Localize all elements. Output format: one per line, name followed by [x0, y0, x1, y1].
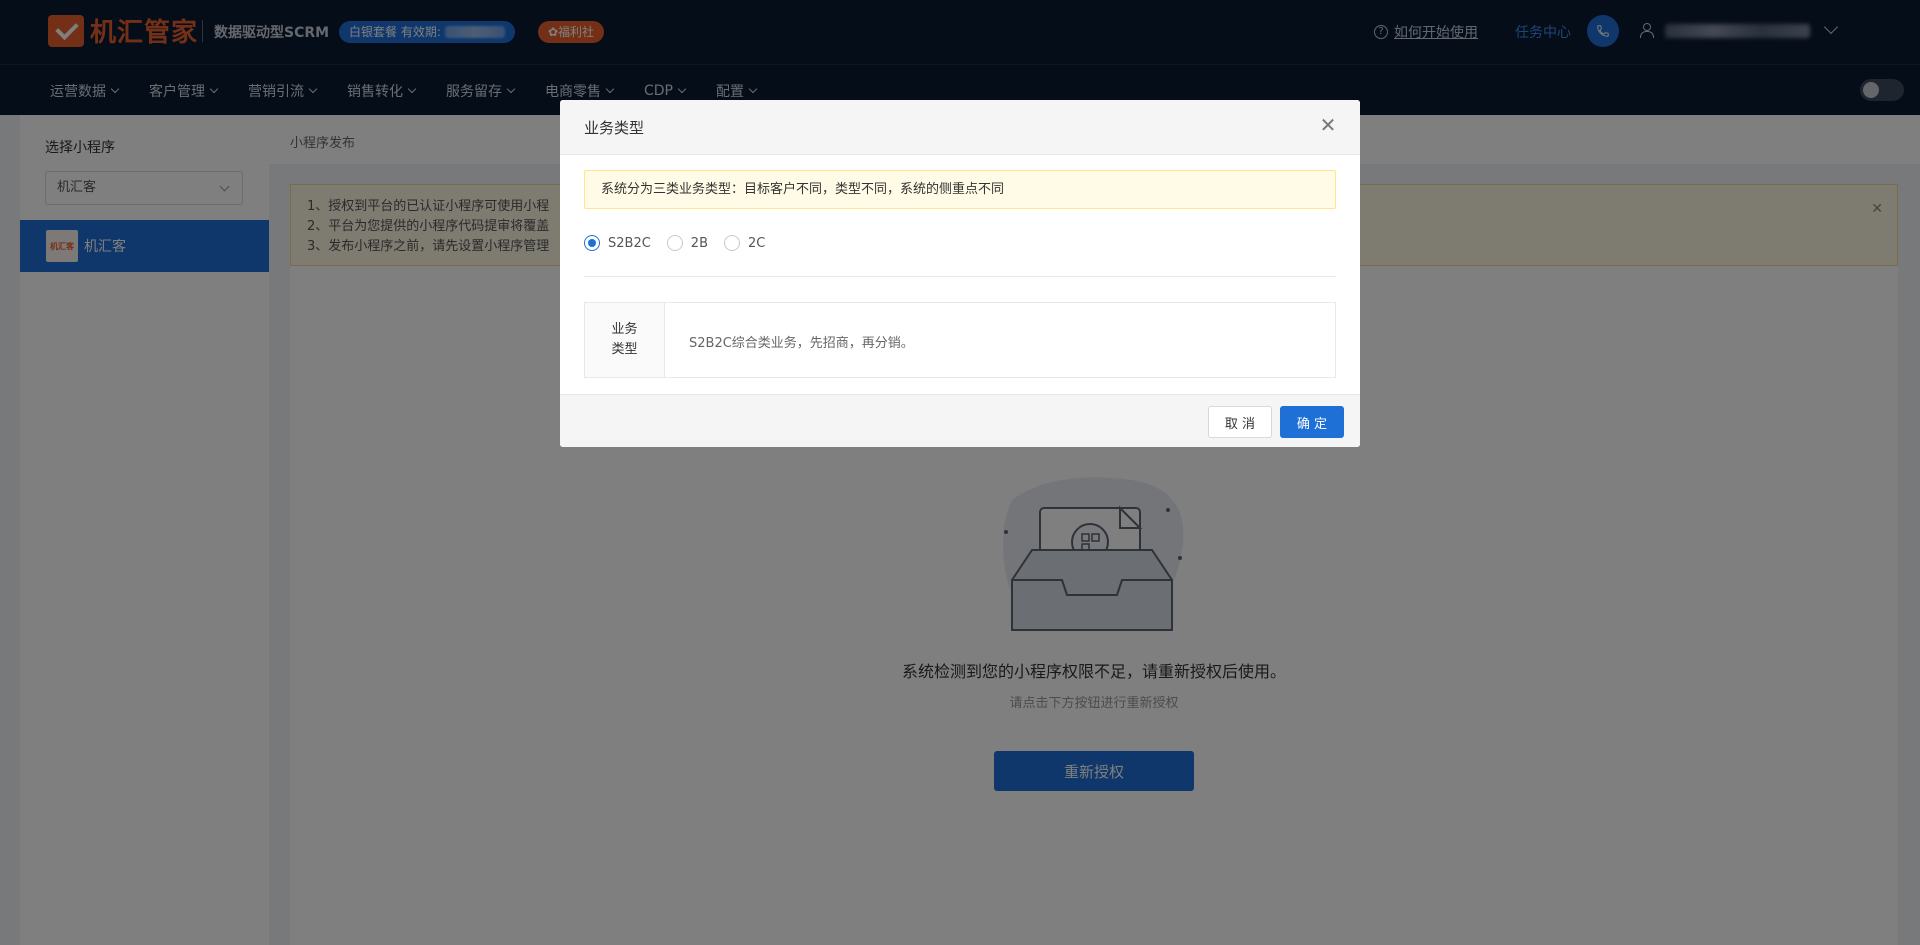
radio-2c[interactable]: 2C [724, 235, 765, 251]
radio-label: S2B2C [608, 235, 651, 251]
radio-unchecked-icon [666, 235, 683, 251]
cancel-button[interactable]: 取 消 [1208, 406, 1272, 438]
modal-alert: 系统分为三类业务类型：目标客户不同，类型不同，系统的侧重点不同 [584, 170, 1336, 209]
description-value: S2B2C综合类业务，先招商，再分销。 [689, 336, 914, 351]
confirm-button[interactable]: 确 定 [1280, 406, 1344, 438]
radio-label: 2B [690, 235, 708, 251]
description-label: 业务类型 [585, 303, 665, 377]
radio-label: 2C [748, 235, 766, 251]
radio-2b[interactable]: 2B [666, 235, 708, 251]
business-type-modal: 业务类型 ✕ 系统分为三类业务类型：目标客户不同，类型不同，系统的侧重点不同 S… [560, 100, 1360, 447]
modal-divider [584, 276, 1336, 277]
modal-title: 业务类型 [584, 119, 645, 137]
business-type-description: 业务类型 S2B2C综合类业务，先招商，再分销。 [584, 302, 1336, 378]
modal-header: 业务类型 ✕ [560, 100, 1360, 155]
radio-unchecked-icon [724, 235, 740, 251]
radio-s2b2c[interactable]: S2B2C [584, 235, 651, 251]
modal-footer: 取 消 确 定 [560, 394, 1360, 447]
business-type-radio-group: S2B2C 2B 2C [584, 235, 781, 251]
radio-checked-icon [584, 235, 600, 251]
close-icon[interactable]: ✕ [1318, 115, 1338, 135]
